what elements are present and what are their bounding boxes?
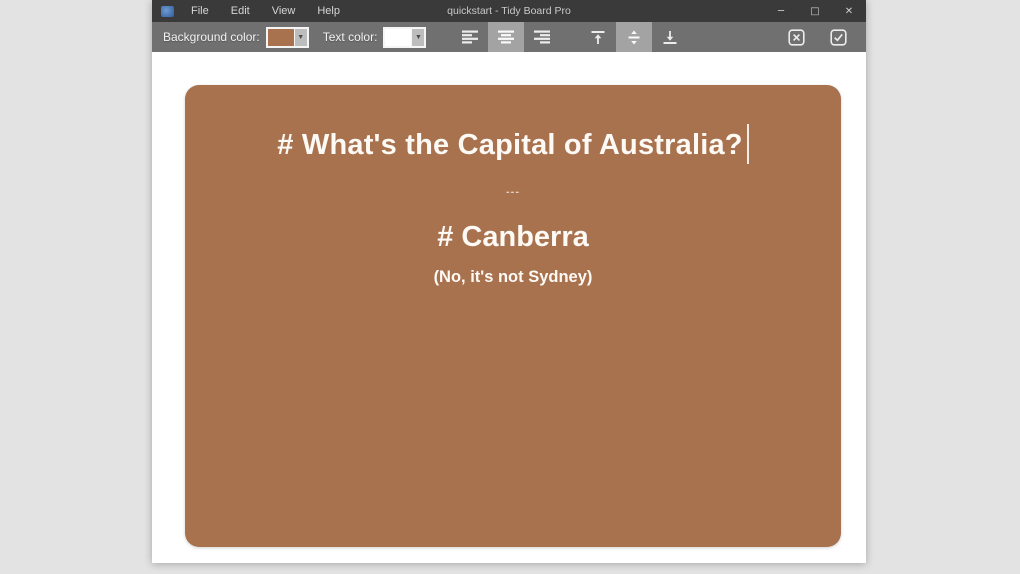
maximize-button[interactable]: □	[798, 0, 832, 22]
menu-help[interactable]: Help	[308, 3, 349, 19]
flashcard[interactable]: # What's the Capital of Australia? --- #…	[185, 85, 841, 547]
window-controls: ─ □ ✕	[764, 0, 866, 22]
text-color-swatch	[385, 28, 412, 46]
align-bottom-icon	[663, 30, 677, 44]
minimize-icon: ─	[777, 5, 785, 17]
background-color-picker[interactable]: ▼	[265, 26, 309, 48]
menu-edit[interactable]: Edit	[222, 3, 259, 19]
app-window: File Edit View Help quickstart - Tidy Bo…	[152, 0, 866, 563]
chevron-down-icon[interactable]: ▼	[411, 28, 425, 46]
align-left-button[interactable]	[452, 22, 488, 52]
maximize-icon: □	[810, 5, 820, 17]
vertical-align-group	[580, 22, 688, 52]
window-title: quickstart - Tidy Board Pro	[447, 5, 571, 17]
close-button[interactable]: ✕	[832, 0, 866, 22]
card-question: # What's the Capital of Australia?	[185, 123, 841, 167]
toolbar: Background color: ▼ Text color: ▼	[152, 22, 866, 52]
menu-view[interactable]: View	[263, 3, 305, 19]
align-left-icon	[462, 30, 479, 44]
align-center-icon	[498, 30, 515, 44]
discard-button[interactable]	[778, 22, 814, 52]
card-answer: # Canberra	[437, 221, 589, 253]
editor-canvas[interactable]: # What's the Capital of Australia? --- #…	[152, 52, 866, 563]
card-separator: ---	[506, 186, 520, 198]
text-color-label: Text color:	[322, 30, 378, 44]
text-color-picker[interactable]: ▼	[383, 26, 427, 48]
desktop: { "window": { "title": "quickstart - Tid…	[0, 0, 1020, 574]
card-question-text: # What's the Capital of Australia?	[277, 129, 743, 161]
align-right-icon	[534, 30, 551, 44]
minimize-button[interactable]: ─	[764, 0, 798, 22]
apply-button[interactable]	[820, 22, 856, 52]
text-caret	[746, 124, 749, 165]
titlebar: File Edit View Help quickstart - Tidy Bo…	[152, 0, 866, 22]
app-logo-icon	[161, 5, 174, 17]
horizontal-align-group	[452, 22, 560, 52]
close-box-icon	[787, 28, 805, 46]
chevron-down-icon[interactable]: ▼	[293, 28, 307, 46]
background-color-swatch	[267, 28, 294, 46]
check-box-icon	[829, 28, 847, 46]
align-top-icon	[591, 30, 605, 44]
close-icon: ✕	[844, 5, 854, 17]
align-bottom-button[interactable]	[652, 22, 688, 52]
toolbar-actions	[778, 22, 856, 52]
background-color-label: Background color:	[163, 30, 260, 44]
align-middle-icon	[628, 30, 640, 44]
menu-file[interactable]: File	[182, 3, 218, 19]
menubar: File Edit View Help	[182, 3, 349, 19]
card-note: (No, it's not Sydney)	[433, 268, 593, 286]
align-right-button[interactable]	[524, 22, 560, 52]
align-top-button[interactable]	[580, 22, 616, 52]
align-center-button[interactable]	[488, 22, 525, 52]
align-middle-button[interactable]	[616, 22, 653, 52]
